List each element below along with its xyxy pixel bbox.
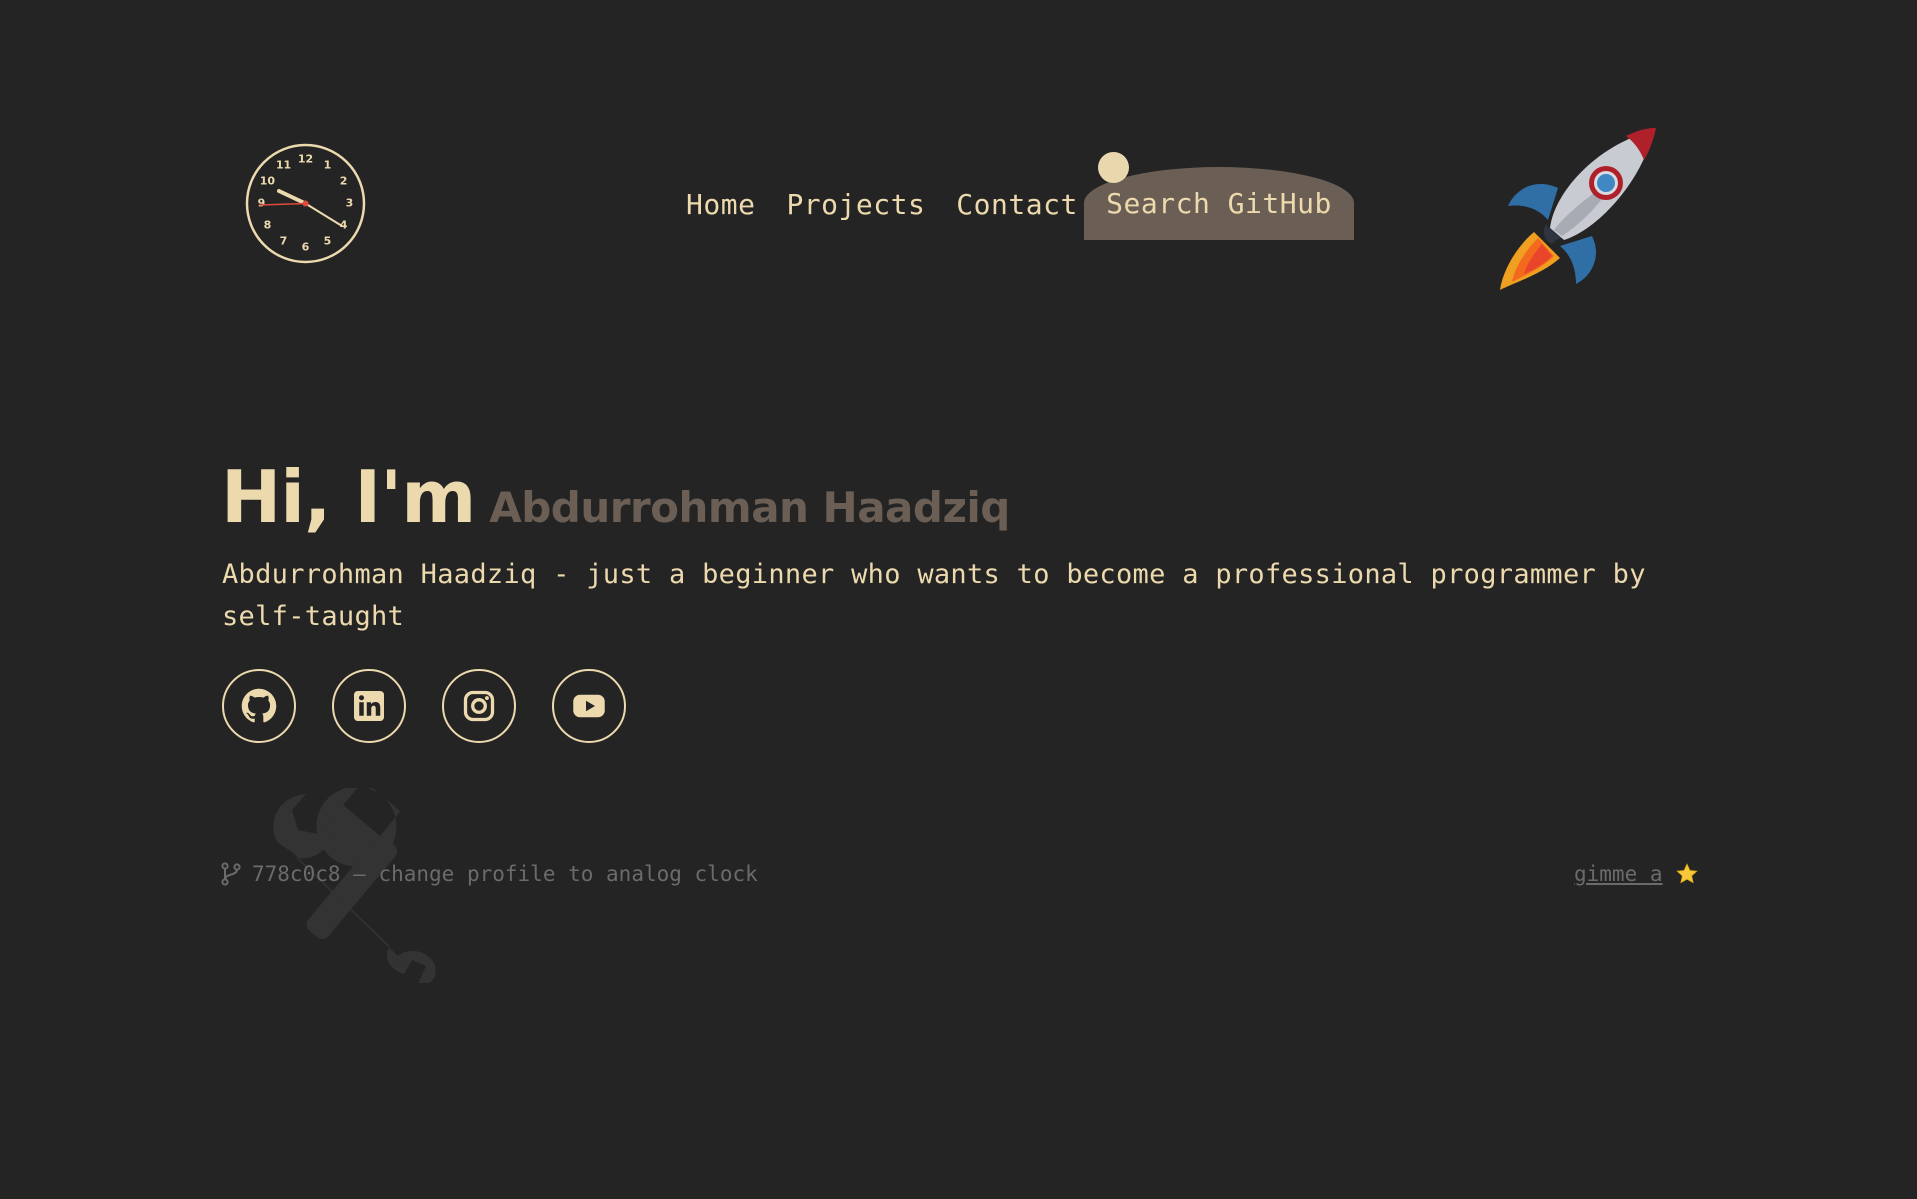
commit-separator: — — [340, 862, 379, 886]
rocket-icon — [1500, 128, 1656, 290]
instagram-link[interactable] — [442, 669, 516, 743]
clock-number: 6 — [302, 241, 310, 254]
clock-face: 12 1234567891011 — [245, 143, 366, 264]
nav-projects[interactable]: Projects — [786, 188, 925, 221]
instagram-icon — [463, 690, 495, 722]
nav-home[interactable]: Home — [686, 188, 755, 221]
hero-name: Abdurrohman Haadziq — [489, 483, 1010, 532]
nav-contact[interactable]: Contact — [956, 188, 1078, 221]
commit-message: change profile to analog clock — [378, 862, 758, 886]
hero-title: Hi, I'm Abdurrohman Haadziq — [221, 455, 1010, 539]
clock-number: 3 — [346, 197, 354, 210]
github-icon — [241, 688, 277, 723]
clock-number: 1 — [324, 158, 332, 171]
social-links — [222, 669, 662, 743]
clock-number: 5 — [324, 235, 332, 248]
star-icon — [1675, 863, 1698, 884]
theme-toggle-dot[interactable] — [1098, 152, 1129, 183]
main-nav: Home Projects Contact — [686, 168, 1109, 240]
clock-number: 8 — [264, 219, 272, 232]
hero-greeting: Hi, I'm — [221, 455, 476, 539]
minute-hand — [304, 202, 343, 227]
hour-hand — [277, 189, 308, 206]
clock-number: 7 — [280, 235, 288, 248]
youtube-icon — [573, 694, 605, 718]
gimme-star: gimme a — [1574, 862, 1699, 886]
linkedin-link[interactable] — [332, 669, 406, 743]
youtube-link[interactable] — [552, 669, 626, 743]
clock-number: 9 — [258, 197, 266, 210]
github-link[interactable] — [222, 669, 296, 743]
git-branch-icon — [221, 862, 241, 886]
search-github-label: Search GitHub — [1106, 187, 1332, 220]
commit-hash[interactable]: 778c0c8 — [252, 862, 341, 886]
analog-clock: 12 1 2 3 4 5 6 7 8 9 10 11 — [245, 143, 366, 264]
clock-number: 2 — [340, 175, 348, 188]
linkedin-icon — [354, 691, 384, 721]
hero-description: Abdurrohman Haadziq - just a beginner wh… — [222, 559, 1646, 632]
clock-center — [302, 200, 309, 207]
second-hand — [259, 202, 307, 206]
clock-number: 11 — [276, 158, 291, 171]
clock-number: 12 — [298, 153, 313, 166]
clock-number: 10 — [260, 175, 276, 188]
gimme-star-link[interactable]: gimme a — [1574, 862, 1663, 886]
latest-commit: 778c0c8 — change profile to analog clock — [220, 862, 758, 886]
